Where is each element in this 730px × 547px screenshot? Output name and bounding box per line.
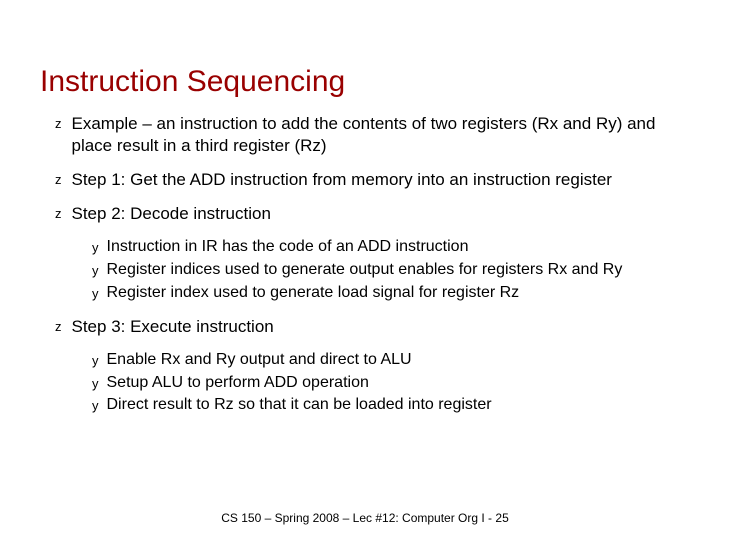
sub-bullet: y Register index used to generate load s… [40, 283, 690, 304]
bullet-step3: z Step 3: Execute instruction [40, 316, 690, 338]
bullet-text: Step 2: Decode instruction [72, 203, 271, 225]
bullet-icon: z [55, 206, 62, 221]
sub-bullet-icon: y [92, 353, 99, 368]
bullet-text: Step 3: Execute instruction [72, 316, 274, 338]
sub-bullet-text: Enable Rx and Ry output and direct to AL… [107, 350, 412, 371]
sub-bullet: y Instruction in IR has the code of an A… [40, 237, 690, 258]
sub-bullet-text: Register index used to generate load sig… [107, 283, 520, 304]
sub-bullet-icon: y [92, 240, 99, 255]
step2-subitems: y Instruction in IR has the code of an A… [40, 237, 690, 303]
bullet-example: z Example – an instruction to add the co… [40, 113, 690, 157]
sub-bullet-icon: y [92, 263, 99, 278]
sub-bullet-icon: y [92, 376, 99, 391]
sub-bullet-text: Direct result to Rz so that it can be lo… [107, 395, 492, 416]
bullet-icon: z [55, 116, 62, 131]
bullet-step2: z Step 2: Decode instruction [40, 203, 690, 225]
sub-bullet-text: Setup ALU to perform ADD operation [107, 373, 369, 394]
sub-bullet: y Setup ALU to perform ADD operation [40, 373, 690, 394]
bullet-text: Example – an instruction to add the cont… [72, 113, 691, 157]
sub-bullet-icon: y [92, 398, 99, 413]
sub-bullet-icon: y [92, 286, 99, 301]
slide-footer: CS 150 – Spring 2008 – Lec #12: Computer… [0, 511, 730, 525]
bullet-icon: z [55, 319, 62, 334]
step3-subitems: y Enable Rx and Ry output and direct to … [40, 350, 690, 416]
sub-bullet-text: Instruction in IR has the code of an ADD… [107, 237, 469, 258]
bullet-step1: z Step 1: Get the ADD instruction from m… [40, 169, 690, 191]
bullet-text: Step 1: Get the ADD instruction from mem… [72, 169, 612, 191]
sub-bullet-text: Register indices used to generate output… [107, 260, 623, 281]
bullet-icon: z [55, 172, 62, 187]
sub-bullet: y Enable Rx and Ry output and direct to … [40, 350, 690, 371]
slide-title: Instruction Sequencing [40, 65, 690, 99]
sub-bullet: y Register indices used to generate outp… [40, 260, 690, 281]
sub-bullet: y Direct result to Rz so that it can be … [40, 395, 690, 416]
